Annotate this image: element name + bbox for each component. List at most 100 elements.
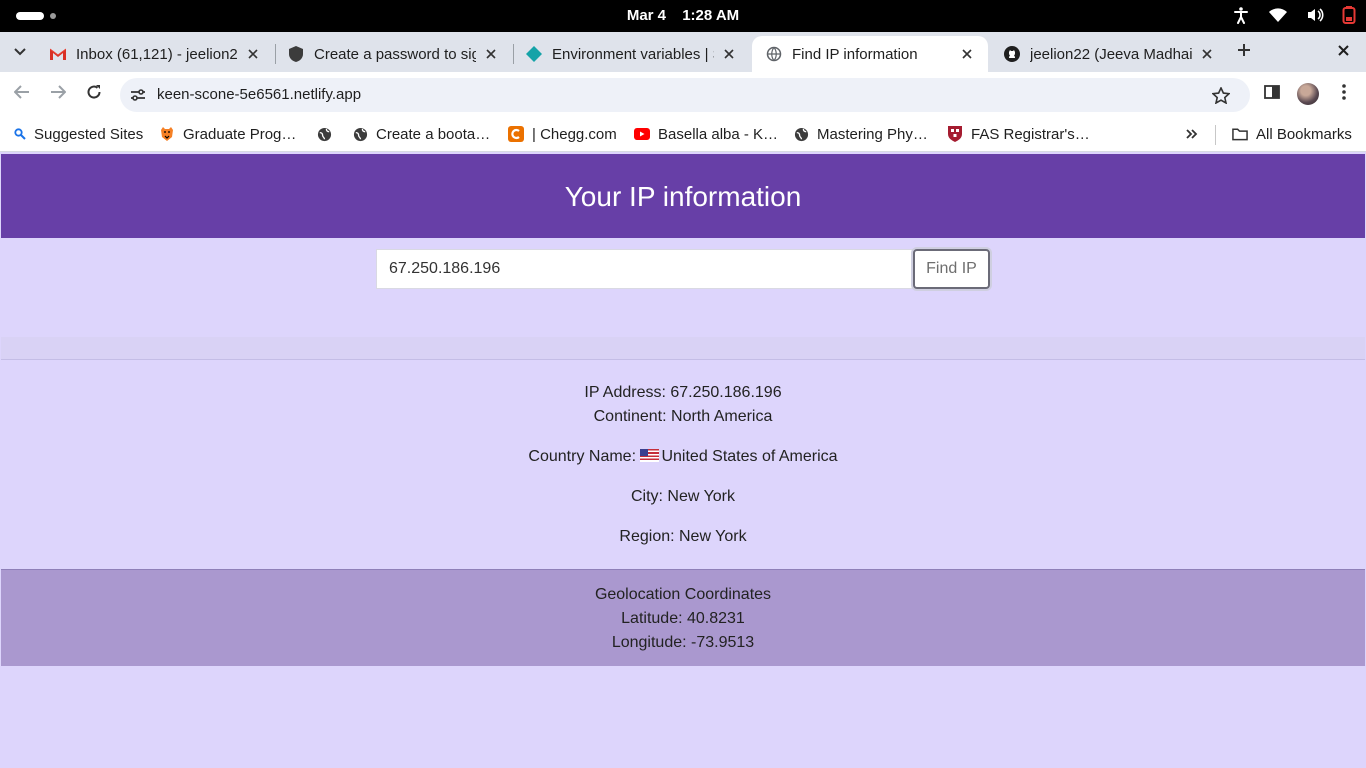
- wifi-icon[interactable]: [1268, 7, 1288, 23]
- country-label: Country Name:: [528, 448, 641, 465]
- city: City: New York: [630, 488, 736, 505]
- accessibility-icon[interactable]: [1232, 6, 1250, 24]
- kebab-menu-icon: [1342, 83, 1346, 105]
- tab-search-button[interactable]: [8, 41, 32, 63]
- tiger-icon: [159, 126, 175, 142]
- tab-title: Environment variables | S: [552, 45, 714, 63]
- continent: Continent: North America: [593, 408, 773, 425]
- bookmark-label: Mastering Phy…: [817, 125, 928, 143]
- bookmark-chegg[interactable]: | Chegg.com: [508, 123, 617, 145]
- tab-find-ip-information[interactable]: Find IP information: [752, 36, 988, 72]
- ip-search-form: Find IP: [376, 249, 990, 289]
- address-bar[interactable]: keen-scone-5e6561.netlify.app: [120, 78, 1250, 112]
- arrow-right-icon: [50, 84, 67, 104]
- system-top-bar: Mar 4 1:28 AM: [0, 0, 1366, 32]
- system-tray[interactable]: [1232, 6, 1356, 24]
- bookmark-basella-alba[interactable]: Basella alba - K…: [634, 123, 778, 145]
- bookmark-fas-registrar[interactable]: FAS Registrar's…: [947, 123, 1090, 145]
- reload-button[interactable]: [82, 82, 106, 106]
- close-icon[interactable]: [244, 45, 262, 63]
- bookmark-star-icon[interactable]: [1210, 85, 1232, 105]
- tab-title: jeelion22 (Jeeva Madhaiy: [1030, 45, 1192, 63]
- browser-toolbar: keen-scone-5e6561.netlify.app: [0, 72, 1366, 116]
- gmail-icon: [50, 46, 66, 62]
- close-icon[interactable]: [720, 45, 738, 63]
- tab-github[interactable]: jeelion22 (Jeeva Madhaiy: [990, 36, 1228, 72]
- bookmark-label: Create a boota…: [376, 125, 491, 143]
- youtube-icon: [634, 126, 650, 142]
- tab-title: Create a password to sign: [314, 45, 476, 63]
- url-text: keen-scone-5e6561.netlify.app: [157, 86, 362, 103]
- menu-button[interactable]: [1332, 82, 1356, 106]
- battery-icon[interactable]: [1342, 6, 1356, 24]
- github-icon: [1004, 46, 1020, 62]
- bookmark-label: Basella alba - K…: [658, 125, 779, 143]
- profile-avatar[interactable]: [1297, 83, 1319, 105]
- close-icon[interactable]: [1198, 45, 1216, 63]
- geolocation-panel: Geolocation Coordinates Latitude: 40.823…: [1, 569, 1365, 666]
- globe-icon: [766, 46, 782, 62]
- arrow-left-icon: [13, 84, 30, 104]
- ip-input[interactable]: [376, 249, 914, 289]
- tab-environment-variables[interactable]: Environment variables | S: [512, 36, 750, 72]
- ip-address: IP Address: 67.250.186.196: [584, 384, 782, 401]
- all-bookmarks-button[interactable]: All Bookmarks: [1232, 123, 1352, 145]
- bookmark-globe[interactable]: [316, 123, 340, 145]
- bookmark-graduate-prog[interactable]: Graduate Prog…: [159, 123, 296, 145]
- region: Region: New York: [619, 528, 747, 545]
- harvard-shield-icon: [947, 126, 963, 142]
- reload-icon: [86, 84, 102, 105]
- bookmark-label: Graduate Prog…: [183, 125, 297, 143]
- side-panel-button[interactable]: [1260, 82, 1284, 106]
- globe-icon: [352, 126, 368, 142]
- side-panel-icon: [1264, 84, 1280, 104]
- bookmark-mastering-physics[interactable]: Mastering Phy…: [793, 123, 928, 145]
- tab-title: Inbox (61,121) - jeelion22@: [76, 45, 238, 63]
- globe-icon: [316, 126, 332, 142]
- tab-title: Find IP information: [792, 45, 918, 63]
- forward-button[interactable]: [46, 82, 70, 106]
- longitude: Longitude: -73.9513: [611, 634, 755, 651]
- new-tab-button[interactable]: [1232, 41, 1256, 63]
- bookmark-label: Suggested Sites: [34, 125, 144, 143]
- bookmarks-bar: Suggested Sites Graduate Prog… Create a …: [0, 116, 1366, 152]
- latitude: Latitude: 40.8231: [621, 610, 745, 627]
- country-name-row: Country Name: United States of America: [1, 448, 1365, 466]
- globe-icon: [793, 126, 809, 142]
- us-flag-icon: [640, 449, 660, 462]
- page-title: Your IP information: [564, 181, 802, 212]
- tab-gmail[interactable]: Inbox (61,121) - jeelion22@: [36, 36, 274, 72]
- close-icon[interactable]: [482, 45, 500, 63]
- country-name: United States of America: [661, 448, 838, 465]
- tab-create-password[interactable]: Create a password to sign: [274, 36, 512, 72]
- bookmarks-divider: [1215, 125, 1216, 145]
- chegg-icon: [508, 126, 524, 142]
- double-chevron-right-icon: [1186, 126, 1198, 144]
- bookmark-create-bootable[interactable]: Create a boota…: [352, 123, 490, 145]
- bookmark-label: FAS Registrar's…: [971, 125, 1090, 143]
- close-icon: [1337, 43, 1349, 61]
- magnifier-icon: [12, 126, 28, 142]
- netlify-icon: [526, 46, 542, 62]
- back-button[interactable]: [10, 82, 34, 106]
- plus-icon: [1237, 43, 1251, 62]
- volume-icon[interactable]: [1306, 7, 1324, 23]
- more-bookmarks-button[interactable]: [1182, 127, 1202, 143]
- find-ip-button[interactable]: Find IP: [913, 249, 990, 289]
- chevron-down-icon: [14, 43, 26, 61]
- system-date: Mar 4: [626, 7, 667, 24]
- close-icon[interactable]: [958, 45, 976, 63]
- system-clock[interactable]: Mar 4 1:28 AM: [0, 7, 1366, 24]
- page-content: Your IP information Find IP IP Address: …: [0, 153, 1366, 768]
- all-bookmarks-label: All Bookmarks: [1256, 125, 1352, 143]
- bookmark-label: | Chegg.com: [532, 125, 617, 143]
- site-settings-icon[interactable]: [128, 85, 148, 105]
- geolocation-title: Geolocation Coordinates: [594, 586, 772, 603]
- bookmark-suggested-sites[interactable]: Suggested Sites: [12, 123, 143, 145]
- folder-icon: [1232, 126, 1248, 142]
- ip-info-panel: IP Address: 67.250.186.196 Continent: No…: [1, 360, 1365, 570]
- window-close-button[interactable]: [1332, 41, 1354, 63]
- divider-strip: [1, 337, 1365, 360]
- system-time: 1:28 AM: [682, 7, 740, 24]
- page-header: Your IP information: [1, 154, 1365, 238]
